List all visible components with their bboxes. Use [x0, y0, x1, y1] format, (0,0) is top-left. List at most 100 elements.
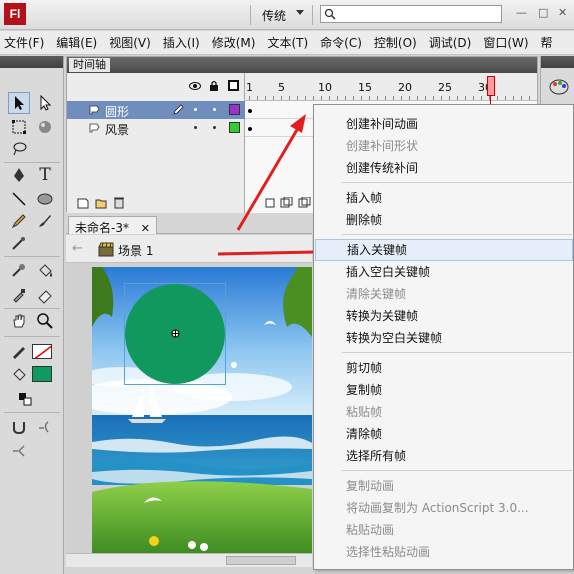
context-menu-item[interactable]: 创建传统补间 [315, 157, 573, 179]
visibility-dot[interactable] [194, 108, 197, 111]
lock-dot[interactable] [213, 126, 216, 129]
bone-tool-icon[interactable] [8, 260, 30, 282]
paint-bucket-tool-icon[interactable] [34, 260, 56, 282]
context-menu-item[interactable]: 剪切帧 [315, 357, 573, 379]
subselection-tool-icon[interactable] [34, 92, 56, 114]
pen-tool-icon[interactable] [8, 164, 30, 186]
layer-color-swatch[interactable] [229, 122, 240, 133]
back-arrow-icon[interactable]: ← [72, 241, 83, 256]
chevron-down-icon[interactable] [296, 10, 304, 15]
close-icon[interactable]: ✕ [141, 222, 150, 235]
ruler-number: 10 [318, 81, 332, 94]
context-menu-item: 将动画复制为 ActionScript 3.0... [346, 501, 529, 515]
layer-row-circle[interactable]: 圆形 [67, 101, 245, 119]
context-menu-item[interactable]: 清除帧 [315, 423, 573, 445]
layer-row-scenery[interactable]: 风景 [67, 119, 245, 137]
ruler-tick [297, 96, 298, 100]
context-menu-item[interactable]: 选择所有帧 [315, 445, 573, 467]
menu-edit[interactable]: 编辑(E) [56, 34, 97, 51]
eye-icon[interactable] [189, 81, 201, 91]
ruler-tick [305, 96, 306, 100]
scene-label[interactable]: 场景 1 [118, 242, 153, 259]
menu-debug[interactable]: 调试(D) [429, 34, 472, 51]
workspace-switcher[interactable]: 传统 [262, 7, 286, 24]
right-panel-header[interactable] [541, 56, 574, 68]
context-menu-item[interactable]: 复制帧 [315, 379, 573, 401]
context-menu-item[interactable]: 插入帧 [315, 187, 573, 209]
ruler-tick [433, 96, 434, 100]
keyframe-marker[interactable] [248, 127, 252, 131]
outline-toggle-icon[interactable] [228, 80, 239, 91]
deco-tool-icon[interactable] [8, 232, 30, 254]
stroke-color-pencil-icon [8, 340, 30, 362]
stage-canvas[interactable] [92, 267, 312, 553]
ruler-tick [369, 96, 370, 100]
text-tool-icon[interactable]: T [34, 164, 56, 186]
hand-tool-icon[interactable] [8, 310, 30, 332]
eraser-tool-icon[interactable] [34, 284, 56, 306]
menu-help[interactable]: 帮 [541, 34, 553, 51]
context-menu-item[interactable]: 转换为关键帧 [315, 305, 573, 327]
ruler-tick [257, 96, 258, 100]
snap-to-objects-icon[interactable] [8, 416, 30, 438]
context-menu-item[interactable]: 插入空白关键帧 [315, 261, 573, 283]
lock-dot[interactable] [213, 108, 216, 111]
pencil-tool-icon[interactable] [8, 210, 30, 232]
keyframe-marker[interactable] [248, 109, 252, 113]
timeline-header[interactable]: 时间轴 [67, 57, 537, 73]
smooth-icon[interactable] [34, 416, 56, 438]
selection-tool-icon[interactable] [8, 92, 30, 114]
menu-view[interactable]: 视图(V) [109, 34, 151, 51]
tools-panel-header[interactable] [0, 56, 63, 68]
context-menu-item: 清除关键帧 [346, 287, 407, 301]
scrollbar-thumb[interactable] [226, 556, 296, 565]
line-tool-icon[interactable] [8, 188, 30, 210]
menu-file[interactable]: 文件(F) [4, 34, 44, 51]
lasso-tool-icon[interactable] [8, 138, 30, 160]
menu-window[interactable]: 窗口(W) [483, 34, 528, 51]
context-menu-item[interactable]: 插入关键帧 [315, 239, 573, 261]
context-menu-item[interactable]: 转换为空白关键帧 [315, 327, 573, 349]
fill-color-swatch[interactable] [32, 366, 52, 382]
menu-separator [342, 352, 572, 353]
minimize-button[interactable]: — [516, 6, 527, 19]
new-folder-icon[interactable] [95, 197, 107, 209]
playhead[interactable] [487, 76, 495, 96]
menu-control[interactable]: 控制(O) [374, 34, 417, 51]
lock-icon[interactable] [209, 80, 219, 92]
context-menu-item[interactable]: 创建补间动画 [315, 113, 573, 135]
horizontal-scrollbar[interactable] [66, 553, 312, 567]
ruler-number: 15 [358, 81, 372, 94]
menu-insert[interactable]: 插入(I) [163, 34, 200, 51]
visibility-dot[interactable] [194, 126, 197, 129]
context-menu-item: 复制动画 [346, 479, 395, 493]
search-input[interactable] [320, 5, 502, 23]
swap-colors-icon[interactable] [14, 388, 36, 410]
ruler-tick [289, 96, 290, 100]
maximize-button[interactable]: □ [538, 6, 548, 19]
menu-modify[interactable]: 修改(M) [212, 34, 256, 51]
stroke-color-swatch[interactable] [32, 344, 52, 359]
stage-area[interactable] [66, 263, 312, 553]
brush-tool-icon[interactable] [34, 210, 56, 232]
straighten-icon[interactable] [8, 440, 30, 462]
eyedropper-tool-icon[interactable] [8, 284, 30, 306]
context-menu-item[interactable]: 删除帧 [315, 209, 573, 231]
menu-text[interactable]: 文本(T) [267, 34, 308, 51]
free-transform-tool-icon[interactable] [8, 116, 30, 138]
close-button[interactable]: ✕ [558, 6, 567, 19]
oval-tool-icon[interactable] [34, 188, 56, 210]
trash-icon[interactable] [113, 196, 125, 209]
layer-name[interactable]: 圆形 [105, 103, 129, 120]
layer-color-swatch[interactable] [229, 104, 240, 115]
layer-name[interactable]: 风景 [105, 121, 129, 138]
ruler-tick [505, 96, 506, 100]
new-layer-icon[interactable] [77, 197, 89, 209]
search-icon [324, 8, 336, 20]
3d-rotation-tool-icon[interactable] [34, 116, 56, 138]
zoom-tool-icon[interactable] [34, 310, 56, 332]
menu-commands[interactable]: 命令(C) [320, 34, 362, 51]
timeline-tab[interactable]: 时间轴 [69, 58, 110, 72]
document-tab[interactable]: 未命名-3* ✕ [68, 216, 158, 235]
color-palette-icon[interactable] [549, 78, 569, 96]
